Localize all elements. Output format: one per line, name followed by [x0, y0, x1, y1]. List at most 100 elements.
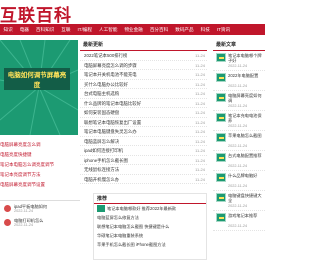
sidebar-article-title[interactable]: 笔记本充电电池保养 [228, 113, 264, 123]
recommend-row[interactable]: 联想笔记本电脑怎么截图 快捷键是什么 [94, 222, 206, 231]
nav-item[interactable]: 数码产品 [172, 27, 197, 33]
sidebar-article[interactable]: 电脑屏幕亮度如何调 2022-11-24 [213, 91, 265, 111]
left-link[interactable]: 电脑亮度快捷键 [0, 150, 78, 160]
article-row[interactable]: 如何安装固态硬盘 11-24 [80, 108, 207, 118]
nav-item[interactable]: 电器 [16, 27, 32, 33]
sidebar-article-title[interactable]: 2022年电脑配置 [228, 73, 264, 83]
article-date: 11-24 [195, 138, 205, 144]
avatar [4, 219, 11, 226]
left-link[interactable]: 电脑屏幕亮度调节设置 [0, 180, 78, 190]
article-thumbnail[interactable] [216, 153, 226, 162]
article-row[interactable]: 无线鼠标连接方法 11-24 [80, 165, 207, 175]
sidebar-article[interactable]: 什么品牌电脑好 2022-11-24 [213, 171, 265, 191]
recommend-row-title[interactable]: 华硕笔记本电脑重装系统 [97, 233, 143, 238]
site-logo[interactable]: 互联百科 [0, 1, 72, 26]
article-thumbnail[interactable] [216, 53, 226, 62]
article-title[interactable]: 什么品牌的笔记本电脑比较好 [84, 99, 141, 109]
recommend-row[interactable]: 华硕笔记本电脑重装系统 [94, 231, 206, 240]
article-title[interactable]: 台式电脑主机选购 [84, 89, 119, 99]
recommend-panel: 推荐 笔记本电脑哪款好 推荐2022年最新款 电脑蓝屏怎么修复方法 联想笔记本电… [93, 193, 207, 260]
article-title[interactable]: ipad如何连接打印机 [84, 146, 123, 156]
article-title[interactable]: 电脑屏幕亮度怎么调的步骤 [84, 61, 137, 71]
nav-item[interactable]: 人工智能 [96, 27, 121, 33]
feature-title: 电脑如何调节屏幕亮度 [4, 68, 70, 90]
article-thumbnail[interactable] [216, 173, 226, 182]
article-date: 11-24 [195, 53, 205, 58]
article-title[interactable]: iphone手机怎么截长图 [84, 156, 128, 166]
recommend-row-title[interactable]: 电脑蓝屏怎么修复方法 [97, 215, 139, 220]
sidebar-article-title[interactable]: 苹果电脑怎么截图 [228, 133, 264, 143]
article-title[interactable]: 电脑蓝屏怎么解决 [84, 137, 119, 147]
left-link[interactable]: 电脑屏幕亮度怎么调 [0, 140, 78, 150]
sidebar-article-title[interactable]: 电脑屏幕亮度如何调 [228, 93, 264, 103]
article-thumbnail[interactable] [216, 73, 226, 82]
sidebar-article-title[interactable]: 电脑键盘快捷键大全 [228, 193, 264, 203]
sidebar-article[interactable]: 笔记本电脑哪个牌子好 2022-11-24 [213, 51, 265, 71]
article-date: 11-24 [195, 129, 205, 134]
recommend-row-title[interactable]: 笔记本电脑哪款好 推荐2022年最新款 [107, 206, 176, 211]
article-row[interactable]: 笔记本开关机电池不能充电 11-24 [80, 70, 207, 80]
sidebar-article-title[interactable]: 什么品牌电脑好 [228, 173, 264, 183]
article-row[interactable]: iphone手机怎么截长图 11-24 [80, 156, 207, 166]
article-date: 11-24 [195, 176, 205, 182]
article-date: 11-24 [195, 119, 205, 125]
article-row[interactable]: 笔记本电脑键盘失灵怎么办 11-24 [80, 127, 207, 137]
article-title[interactable]: 笔记本电脑键盘失灵怎么办 [84, 127, 137, 137]
article-row[interactable]: 什么品牌的笔记本电脑比较好 11-24 [80, 99, 207, 109]
sidebar-article-title[interactable]: 游戏笔记本推荐 [228, 213, 264, 223]
nav-item[interactable]: 百科知识 [32, 27, 57, 33]
sidebar-article[interactable]: 2022年电脑配置 2022-11-24 [213, 71, 265, 91]
article-row[interactable]: 电脑开机慢怎么办 11-24 [80, 175, 207, 185]
sidebar-article-title[interactable]: 台式电脑配置推荐 [228, 153, 264, 163]
nav-item[interactable]: 物业金融 [121, 27, 146, 33]
article-thumbnail[interactable] [216, 133, 226, 142]
nav-item[interactable]: 知识 [0, 27, 16, 33]
recommend-row[interactable]: 笔记本电脑哪款好 推荐2022年最新款 [94, 204, 206, 213]
article-thumbnail[interactable] [216, 113, 226, 122]
recommend-row-title[interactable]: 苹果手机怎么截长图 iPhone截图方法 [97, 242, 166, 247]
article-row[interactable]: 电脑蓝屏怎么解决 11-24 [80, 137, 207, 147]
bottom-list-item[interactable]: 电脑打印机怎么 2022-11-24 [0, 218, 80, 229]
article-title[interactable]: 2022笔记本500排行榜 [84, 51, 127, 61]
article-title[interactable]: 买什么电脑办公比较好 [84, 80, 128, 90]
article-row[interactable]: 联想笔记本电脑恢复出厂设置 11-24 [80, 118, 207, 128]
article-row[interactable]: 台式电脑主机选购 11-24 [80, 89, 207, 99]
nav-item[interactable]: IT/编程 [74, 27, 96, 33]
site-header: 互联百科 [0, 0, 265, 26]
sidebar-article-date: 2022-11-24 [228, 64, 248, 68]
feature-image[interactable]: 电脑如何调节屏幕亮度 [0, 40, 78, 135]
left-link[interactable]: 笔记本电脑怎么调亮度调节 [0, 160, 78, 170]
article-thumbnail[interactable] [216, 193, 226, 202]
article-thumbnail[interactable] [216, 213, 226, 222]
sidebar-article[interactable]: 游戏笔记本推荐 2022-11-24 [213, 211, 265, 231]
article-row[interactable]: 电脑屏幕亮度怎么调的步骤 11-24 [80, 61, 207, 71]
article-date: 11-24 [195, 110, 205, 115]
article-row[interactable]: 2022笔记本500排行榜 11-24 [80, 51, 207, 61]
article-row[interactable]: ipad如何连接打印机 11-24 [80, 146, 207, 156]
bottom-list-item[interactable]: ipad平板电脑如何 2022-11-24 [0, 204, 80, 215]
article-title[interactable]: 如何安装固态硬盘 [84, 108, 119, 118]
recommend-row[interactable]: 苹果手机怎么截长图 iPhone截图方法 [94, 240, 206, 249]
left-link[interactable]: 笔记本亮度调节方法 [0, 170, 78, 180]
article-row[interactable]: 买什么电脑办公比较好 11-24 [80, 80, 207, 90]
article-title[interactable]: 联想笔记本电脑恢复出厂设置 [84, 118, 141, 128]
bottom-left-list: ipad平板电脑如何 2022-11-24 电脑打印机怎么 2022-11-24 [0, 200, 80, 260]
recommend-row-title[interactable]: 联想笔记本电脑怎么截图 快捷键是什么 [97, 224, 169, 229]
sidebar-article[interactable]: 笔记本充电电池保养 2022-11-24 [213, 111, 265, 131]
article-thumbnail[interactable] [216, 93, 226, 102]
main-nav: 知识 电器 百科知识 互联 IT/编程 人工智能 物业金融 百分百科 数码产品 … [0, 24, 265, 35]
article-title[interactable]: 电脑开机慢怎么办 [84, 175, 119, 185]
recommend-thumbnail[interactable] [97, 205, 105, 213]
sidebar-article[interactable]: 台式电脑配置推荐 2022-11-24 [213, 151, 265, 171]
article-title[interactable]: 无线鼠标连接方法 [84, 165, 119, 175]
recommend-title: 推荐 [94, 194, 206, 204]
sidebar-article[interactable]: 电脑键盘快捷键大全 2022-11-24 [213, 191, 265, 211]
nav-item[interactable]: IT资讯 [213, 27, 233, 33]
recommend-row[interactable]: 电脑蓝屏怎么修复方法 [94, 213, 206, 222]
nav-item[interactable]: 科技 [197, 27, 213, 33]
article-title[interactable]: 笔记本开关机电池不能充电 [84, 70, 137, 80]
sidebar-article[interactable]: 苹果电脑怎么截图 2022-11-24 [213, 131, 265, 151]
nav-item[interactable]: 百分百科 [146, 27, 171, 33]
sidebar-article-title[interactable]: 笔记本电脑哪个牌子好 [228, 53, 264, 63]
nav-item[interactable]: 互联 [58, 27, 74, 33]
